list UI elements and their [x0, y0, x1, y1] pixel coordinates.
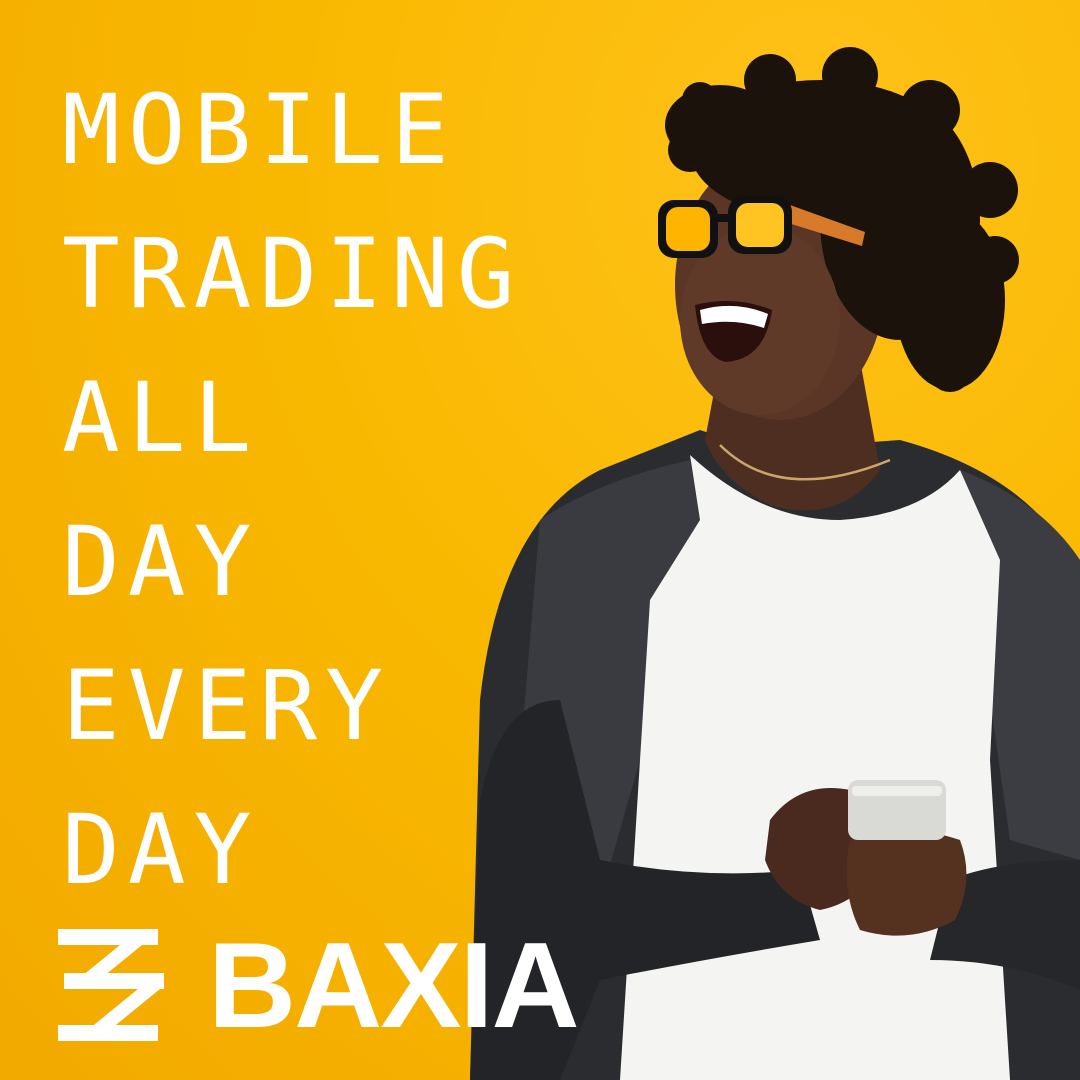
headline-line-2: TRADING [62, 218, 523, 330]
headline-line-6: DAY [62, 794, 260, 906]
headline-line-1: MOBILE [62, 74, 457, 186]
baxia-logo-icon [58, 929, 164, 1041]
headline: MOBILE TRADING ALL DAY EVERY DAY [62, 58, 523, 922]
hand-right [846, 830, 967, 936]
headline-line-4: DAY [62, 506, 260, 618]
ad-canvas: MOBILE TRADING ALL DAY EVERY DAY BAXIA [0, 0, 1080, 1080]
headline-line-5: EVERY [62, 650, 391, 762]
headline-line-3: ALL [62, 362, 260, 474]
brand-logo: BAXIA [58, 917, 618, 1053]
brand-name: BAXIA [208, 917, 580, 1053]
